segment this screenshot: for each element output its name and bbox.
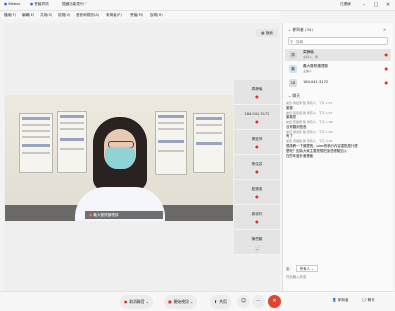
participants-panel-button[interactable]: 👤 參與者 (332, 298, 348, 303)
mic-off-icon[interactable]: ● (385, 52, 389, 57)
side-panel: ⌄ 參與者 (34) ✕ ⚲ 搜尋 周 周靜儀 主持人，我 ● 義 義大醫院護理… (282, 23, 393, 291)
participant-row[interactable]: 義 義大醫院護理部 主講人 ● (285, 63, 391, 75)
mic-off-icon: ● (255, 194, 259, 199)
leave-meeting-button[interactable]: ✕ (268, 295, 281, 308)
menu-participants[interactable]: 參與者(P) (106, 12, 122, 18)
maximize-button[interactable]: □ (372, 1, 380, 9)
minimize-button[interactable]: – (360, 1, 368, 9)
control-bar: ● 取消靜音 ⌄ ■ 開始視訊 ⌄ ⬆ 共用 ☺ ··· ✕ 👤 參與者 💬 聊天 (0, 291, 395, 311)
chat-input[interactable]: 在此輸入訊息 (286, 273, 390, 281)
close-panel-icon[interactable]: ✕ (383, 27, 386, 32)
menu-edit[interactable]: 編輯(E) (22, 12, 34, 18)
video-tile[interactable]: 鄭淑玲 ● (234, 205, 280, 230)
tile-name: 黃鈺萍 (251, 137, 263, 141)
wall-poster (193, 113, 225, 173)
share-button[interactable]: ⬆ 共用 (210, 295, 231, 309)
menu-bar: 檔案(F) 編輯(E) 共用(S) 檢視(V) 音訊和視訊(A) 參與者(P) … (0, 11, 280, 19)
close-window-button[interactable]: ✕ (384, 1, 392, 9)
speaker-mask (105, 147, 135, 169)
more-options-button[interactable]: ··· (252, 295, 265, 308)
webex-window: ● Webex ● 會議資訊 隱藏功能表列 ⌃ 已連線 – □ ✕ 檔案(F) … (0, 0, 395, 311)
chevron-down-icon: ⌄ (255, 246, 259, 251)
tile-name: 184.041.3172 (244, 112, 270, 116)
video-tile-strip: 周靜儀 ● 184.041.3172 ● 黃鈺萍 ● 蔡佳容 ● 藍雅惠 ● 鄭… (234, 80, 280, 270)
participant-search-input[interactable]: ⚲ 搜尋 (288, 37, 388, 45)
tile-name: 陳思穎 (251, 237, 263, 241)
tile-name: 周靜儀 (251, 87, 263, 91)
hide-menu-button[interactable]: 隱藏功能表列 ⌃ (62, 1, 88, 8)
layout-button[interactable]: ▦ 版面 (256, 29, 278, 37)
unmute-button[interactable]: ● 取消靜音 ⌄ (120, 295, 153, 309)
wall-poster (19, 113, 53, 173)
mic-off-icon: ● (255, 169, 259, 174)
participant-role: 主持人，我 (303, 55, 319, 59)
wall-poster (155, 111, 187, 175)
reactions-button[interactable]: ☺ (237, 295, 250, 308)
participant-role: 主講人 (303, 69, 313, 73)
menu-help[interactable]: 說明(H) (150, 12, 163, 18)
participant-row[interactable]: 18 184.041.3172 ● (285, 77, 391, 89)
chat-panel-button[interactable]: 💬 聊天 (362, 298, 375, 303)
video-tile[interactable]: 藍雅惠 ● (234, 180, 280, 205)
mic-off-icon[interactable]: ● (385, 66, 389, 71)
avatar: 周 (289, 51, 297, 59)
start-video-button[interactable]: ■ 開始視訊 ⌄ (164, 295, 198, 309)
chat-message: 在的年度計畫裡面 (286, 153, 314, 158)
menu-share[interactable]: 共用(S) (40, 12, 52, 18)
search-icon: ⚲ (290, 39, 293, 44)
mic-off-icon: ● (255, 94, 259, 99)
menu-meeting[interactable]: 會議(M) (130, 12, 143, 18)
video-tile[interactable]: 周靜儀 ● (234, 80, 280, 105)
video-tile[interactable]: 184.041.3172 ● (234, 105, 280, 130)
participants-header[interactable]: ⌄ 參與者 (34) (288, 27, 313, 33)
grid-icon: ▦ (261, 31, 265, 35)
chevron-down-icon: ⌄ (288, 93, 292, 98)
speaker-name-label: ● 義大醫院護理部 (85, 211, 163, 219)
chevron-down-icon: ⌄ (288, 27, 292, 32)
avatar: 義 (289, 65, 297, 73)
chat-header[interactable]: ⌄ 聊天 (288, 93, 300, 99)
video-tile[interactable]: 蔡佳容 ● (234, 155, 280, 180)
participant-row[interactable]: 周 周靜儀 主持人，我 ● (285, 49, 391, 61)
tile-name: 鄭淑玲 (251, 212, 263, 216)
avatar: 18 (289, 79, 297, 87)
more-icon: ··· (256, 298, 261, 304)
person-icon: 👤 (332, 298, 337, 302)
mic-off-icon[interactable]: ● (385, 80, 389, 85)
mic-off-icon: ● (255, 119, 259, 124)
title-bar: ● Webex ● 會議資訊 隱藏功能表列 ⌃ 已連線 – □ ✕ (0, 0, 395, 11)
recipient-select[interactable]: 所有人 ⌄ (295, 265, 318, 272)
mic-off-icon: ● (255, 144, 259, 149)
mic-off-icon: ● (255, 219, 259, 224)
share-icon: ⬆ (214, 299, 218, 304)
close-icon: ✕ (272, 298, 277, 304)
scroll-tiles-button[interactable]: ⌄ (253, 245, 261, 253)
chat-messages: 來自 黃鈺萍 致 所有人：下午 1:57 謝謝 來自 蔡佳容 致 所有人：下午 … (286, 101, 390, 159)
participant-name: 184.041.3172 (303, 80, 329, 84)
chat-icon: 💬 (362, 298, 367, 302)
tile-name: 藍雅惠 (251, 187, 263, 191)
connection-status: 已連線 (340, 2, 351, 6)
chat-recipient: 至： 所有人 ⌄ (286, 265, 318, 272)
mic-off-icon: ● (89, 213, 93, 217)
active-speaker-video[interactable]: ● 義大醫院護理部 (5, 95, 233, 221)
smile-icon: ☺ (240, 298, 247, 304)
tile-name: 蔡佳容 (251, 162, 263, 166)
wall-poster (57, 111, 87, 173)
meeting-info-button[interactable]: ● 會議資訊 (30, 1, 49, 8)
app-title: ● Webex (4, 2, 21, 6)
menu-view[interactable]: 檢視(V) (58, 12, 70, 18)
menu-audio-video[interactable]: 音訊和視訊(A) (76, 12, 99, 18)
video-tile[interactable]: 黃鈺萍 ● (234, 130, 280, 155)
video-off-icon: ■ (168, 299, 172, 304)
menu-file[interactable]: 檔案(F) (4, 12, 16, 18)
mic-off-icon: ● (124, 299, 128, 304)
